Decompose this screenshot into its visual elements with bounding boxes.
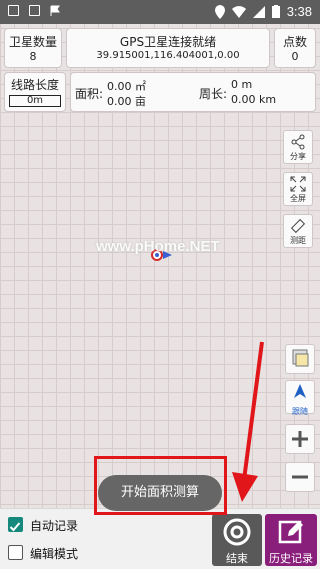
measure-button[interactable]: 测距 — [283, 214, 313, 248]
points-tile: 点数 0 — [274, 28, 316, 68]
status-bar: 3:38 — [0, 0, 320, 24]
zoom-out-button[interactable] — [285, 462, 315, 492]
area-square-meters: 0.00 ㎡ — [107, 80, 146, 93]
fullscreen-button[interactable]: 全屏 — [283, 172, 313, 206]
perimeter-label: 周长: — [199, 87, 228, 101]
edit-icon — [278, 520, 303, 544]
line-length-value: 0m — [9, 95, 61, 107]
fullscreen-icon — [290, 176, 306, 192]
area-label: 面积: — [75, 87, 104, 101]
gps-coordinates: 39.915001,116.404001,0.00 — [96, 50, 240, 61]
zoom-in-button[interactable] — [285, 424, 315, 454]
auto-record-label: 自动记录 — [30, 519, 79, 533]
gps-status-tile: GPS卫星连接就绪 39.915001,116.404001,0.00 — [66, 28, 270, 68]
clock: 3:38 — [286, 4, 312, 19]
satellite-count-value: 8 — [29, 50, 37, 63]
navigate-label: 跟随 — [292, 407, 308, 416]
satellite-count-label: 卫星数量 — [8, 35, 57, 49]
flag-icon — [50, 5, 60, 16]
history-button[interactable]: 历史记录 — [265, 514, 317, 566]
navigate-icon — [294, 384, 306, 398]
gps-status-text: GPS卫星连接就绪 — [119, 35, 217, 49]
points-label: 点数 — [282, 35, 307, 49]
watermark: www.pHome.NET — [96, 238, 220, 255]
edit-mode-label: 编辑模式 — [30, 547, 79, 561]
share-icon — [291, 134, 305, 150]
fullscreen-label: 全屏 — [290, 194, 306, 203]
edit-mode-checkbox[interactable] — [8, 545, 23, 560]
zoom-in-icon — [292, 431, 308, 447]
line-length-label: 线路长度 — [10, 78, 59, 92]
end-label: 结束 — [226, 552, 248, 565]
measure-label: 测距 — [290, 236, 306, 245]
auto-record-checkbox[interactable] — [8, 517, 23, 532]
history-label: 历史记录 — [269, 552, 313, 565]
picture-icon — [29, 5, 40, 16]
picture-icon — [8, 5, 19, 16]
layers-button[interactable] — [285, 344, 315, 374]
perimeter-kilometers: 0.00 km — [231, 93, 277, 106]
navigate-button[interactable]: 跟随 — [285, 380, 315, 416]
area-perimeter-tile: 面积: 0.00 ㎡ 0.00 亩 周长: 0 m 0.00 km — [70, 72, 316, 112]
end-button[interactable]: 结束 — [212, 514, 262, 566]
annotation-highlight-box — [94, 456, 227, 515]
battery-icon — [271, 5, 280, 18]
layers-icon — [292, 349, 309, 367]
location-icon — [214, 4, 225, 19]
checkmark-icon — [9, 522, 21, 532]
satellite-count-tile: 卫星数量 8 — [4, 28, 62, 68]
share-label: 分享 — [290, 152, 306, 161]
perimeter-meters: 0 m — [231, 78, 253, 91]
signal-icon — [252, 5, 265, 18]
record-icon — [223, 518, 251, 546]
ruler-icon — [290, 218, 306, 234]
annotation-arrow — [232, 341, 264, 502]
points-value: 0 — [291, 50, 299, 63]
wifi-icon — [231, 5, 246, 18]
share-button[interactable]: 分享 — [283, 130, 313, 164]
line-length-tile: 线路长度 0m — [4, 72, 66, 112]
area-mu: 0.00 亩 — [107, 95, 146, 108]
zoom-out-icon — [292, 475, 308, 479]
